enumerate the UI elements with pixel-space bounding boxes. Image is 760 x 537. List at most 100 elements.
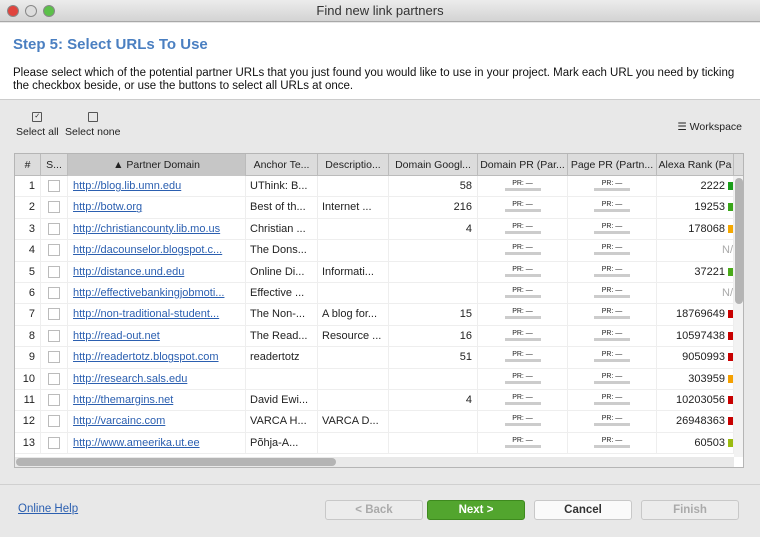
partner-domain-link[interactable]: http://non-traditional-student... — [68, 308, 219, 320]
row-checkbox[interactable] — [48, 436, 60, 449]
row-checkbox[interactable] — [48, 394, 60, 406]
cell-description: Resource ... — [318, 325, 389, 347]
domain-pr-bar: PR: — — [504, 373, 541, 384]
partner-domain-link[interactable]: http://dacounselor.blogspot.c... — [68, 244, 222, 256]
cell-domain-google: 51 — [389, 347, 478, 369]
partner-domain-link[interactable]: http://varcainc.com — [68, 415, 165, 427]
partner-domain-link[interactable]: http://themargins.net — [68, 394, 173, 406]
cell-number: 11 — [15, 390, 41, 411]
row-checkbox[interactable] — [48, 415, 60, 428]
partner-domain-link[interactable]: http://botw.org — [68, 201, 142, 213]
partner-domain-link[interactable]: http://distance.und.edu — [68, 266, 184, 278]
zoom-window-button[interactable] — [43, 5, 55, 17]
anchor-text: VARCA H... — [250, 415, 307, 428]
table-row[interactable]: 1 http://blog.lib.umn.edu UThink: B... 58 PR… — [15, 176, 734, 198]
row-checkbox[interactable] — [48, 180, 60, 192]
table-row[interactable]: 2 http://botw.org Best of th... Internet ..… — [15, 197, 734, 219]
partner-domain-link[interactable]: http://blog.lib.umn.edu — [68, 180, 181, 192]
anchor-text: Christian ... — [250, 222, 306, 235]
horizontal-scrollbar[interactable] — [15, 457, 734, 467]
row-checkbox[interactable] — [48, 372, 60, 385]
cell-alexa-rank: 2222 — [657, 176, 734, 197]
cell-alexa-rank: 10203056 — [657, 390, 734, 411]
cell-number: 1 — [15, 176, 41, 197]
row-checkbox[interactable] — [48, 201, 60, 214]
partner-domain-link[interactable]: http://www.ameerika.ut.ee — [68, 437, 200, 449]
header-col-domain-pr[interactable]: Domain PR (Par... — [478, 154, 568, 176]
page-pr-bar: PR: — — [594, 266, 630, 277]
cell-page-pr: PR: — — [568, 347, 657, 369]
table-row[interactable]: 12 http://varcainc.com VARCA H... VARCA D..… — [15, 411, 734, 433]
header-col-page-pr[interactable]: Page PR (Partn... — [568, 154, 657, 176]
row-checkbox[interactable] — [48, 244, 60, 257]
table-row[interactable]: 6 http://effectivebankingjobmoti... Effect… — [15, 283, 734, 305]
partner-domain-link[interactable]: http://read-out.net — [68, 330, 160, 342]
header-col-anchor-text[interactable]: Anchor Te... — [246, 154, 318, 176]
table-row[interactable]: 10 http://research.sals.edu PR: — PR: — 3039… — [15, 368, 734, 390]
anchor-text: The Non-... — [250, 308, 306, 321]
partner-domain-link[interactable]: http://effectivebankingjobmoti... — [68, 287, 224, 299]
select-all-button[interactable]: ✓ Select all — [16, 112, 59, 138]
page-title: Step 5: Select URLs To Use — [13, 36, 208, 53]
back-button[interactable]: < Back — [325, 500, 423, 520]
table-row[interactable]: 4 http://dacounselor.blogspot.c... The Don… — [15, 240, 734, 262]
rank-indicator-icon — [728, 396, 733, 404]
row-checkbox[interactable] — [48, 287, 60, 299]
cell-domain-pr: PR: — — [478, 218, 568, 240]
vertical-scrollbar[interactable] — [734, 176, 743, 457]
cell-anchor-text: VARCA H... — [246, 411, 318, 433]
cell-alexa-rank: 18769649 — [657, 304, 734, 326]
cell-page-pr: PR: — — [568, 325, 657, 347]
header-col-domain-google[interactable]: Domain Googl... — [389, 154, 478, 176]
cell-select — [41, 432, 68, 454]
alexa-rank-value: 37221 — [694, 265, 725, 278]
cell-domain-google: 58 — [389, 176, 478, 197]
cell-select — [41, 197, 68, 219]
online-help-link[interactable]: Online Help — [18, 503, 78, 515]
cell-domain-google — [389, 368, 478, 390]
domain-pr-bar: PR: — — [504, 201, 541, 213]
row-checkbox[interactable] — [48, 351, 60, 364]
row-checkbox[interactable] — [48, 265, 60, 278]
minimize-window-button[interactable] — [25, 5, 37, 17]
finish-button[interactable]: Finish — [641, 500, 739, 520]
anchor-text: Põhja-A... — [250, 436, 299, 449]
header-col-description[interactable]: Descriptio... — [318, 154, 389, 176]
row-checkbox[interactable] — [48, 222, 60, 235]
header-col-alexa-rank[interactable]: Alexa Rank (Pa — [657, 154, 734, 176]
table-row[interactable]: 8 http://read-out.net The Read... Resource … — [15, 325, 734, 348]
step-description: Please select which of the potential par… — [13, 67, 735, 92]
table-row[interactable]: 11 http://themargins.net David Ewi... 4 PR: … — [15, 390, 734, 412]
table-row[interactable]: 9 http://readertotz.blogspot.com readertot… — [15, 347, 734, 369]
partner-domain-link[interactable]: http://research.sals.edu — [68, 373, 187, 385]
horizontal-scroll-thumb[interactable] — [16, 458, 336, 466]
cancel-button[interactable]: Cancel — [534, 500, 632, 520]
cell-number: 7 — [15, 304, 41, 326]
cell-select — [41, 390, 68, 411]
cell-select — [41, 325, 68, 347]
cell-description — [318, 240, 389, 262]
cell-description — [318, 283, 389, 304]
select-none-button[interactable]: Select none — [65, 112, 120, 138]
cell-domain-google — [389, 240, 478, 262]
partner-domain-link[interactable]: http://readertotz.blogspot.com — [68, 351, 219, 363]
table-row[interactable]: 5 http://distance.und.edu Online Di... Info… — [15, 261, 734, 283]
table-header: # S... ▲ Partner Domain Anchor Te... Descrip… — [15, 154, 743, 176]
cell-anchor-text: The Non-... — [246, 304, 318, 326]
cell-alexa-rank: 37221 — [657, 261, 734, 283]
cell-anchor-text: readertotz — [246, 347, 318, 369]
row-checkbox[interactable] — [48, 308, 60, 321]
header-col-number[interactable]: # — [15, 154, 41, 176]
workspace-button[interactable]: ☰ Workspace — [677, 121, 742, 133]
header-col-select[interactable]: S... — [41, 154, 68, 176]
domain-google-value: 16 — [459, 329, 472, 342]
close-window-button[interactable] — [7, 5, 19, 17]
table-row[interactable]: 7 http://non-traditional-student... The No… — [15, 304, 734, 326]
table-row[interactable]: 13 http://www.ameerika.ut.ee Põhja-A... PR:… — [15, 432, 734, 455]
header-col-partner-domain[interactable]: ▲ Partner Domain — [68, 154, 246, 176]
partner-domain-link[interactable]: http://christiancounty.lib.mo.us — [68, 223, 220, 235]
table-row[interactable]: 3 http://christiancounty.lib.mo.us Christi… — [15, 218, 734, 241]
row-checkbox[interactable] — [48, 329, 60, 342]
vertical-scroll-thumb[interactable] — [735, 178, 743, 304]
next-button[interactable]: Next > — [427, 500, 525, 520]
